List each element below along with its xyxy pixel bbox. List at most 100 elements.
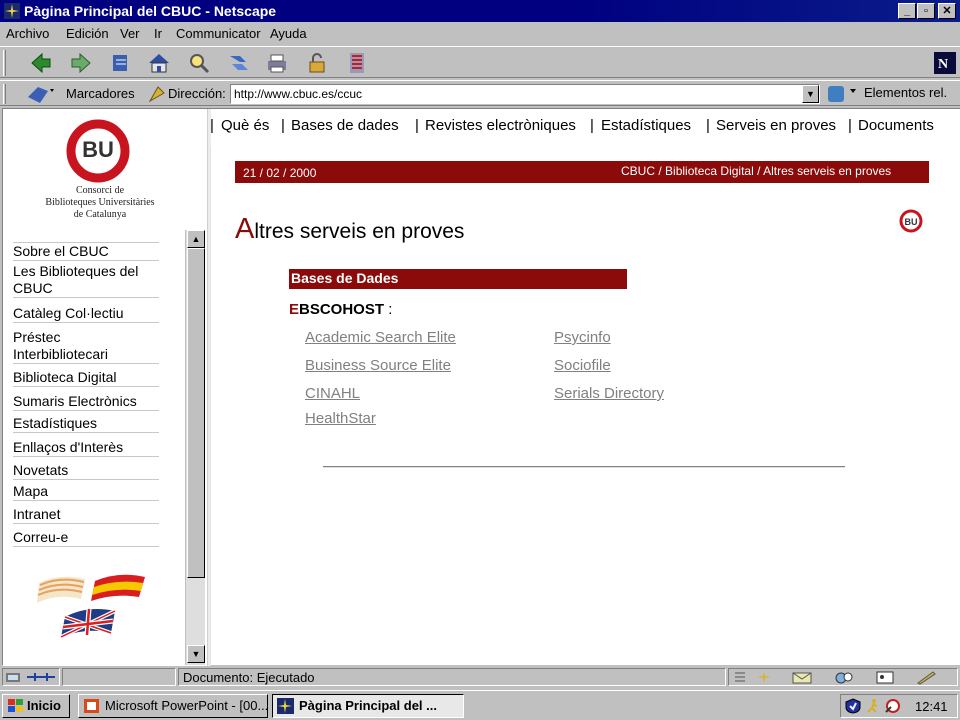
topnav-separator: | [281, 117, 285, 134]
topnav-serveis-proves[interactable]: Serveis en proves [716, 117, 836, 134]
netscape-logo-icon[interactable]: N [934, 52, 956, 74]
antivirus-icon[interactable] [845, 698, 861, 714]
task-label: Microsoft PowerPoint - [00... [105, 698, 268, 713]
home-icon[interactable] [146, 50, 172, 76]
newsgroups-icon[interactable] [833, 670, 855, 685]
online-status-icon[interactable] [25, 671, 57, 683]
provider-initial: E [289, 301, 300, 318]
toolbar-grip[interactable] [3, 50, 6, 76]
page-title-initial: A [235, 213, 255, 245]
db-link-academic-search-elite[interactable]: Academic Search Elite [305, 329, 456, 346]
topnav-separator: | [415, 117, 419, 134]
menu-ayuda[interactable]: Ayuda [270, 26, 307, 41]
connection-panel [2, 668, 60, 686]
maximize-button[interactable]: ▫ [917, 3, 935, 19]
bookmarks-label[interactable]: Marcadores [66, 86, 135, 101]
logo-mark: BU [905, 217, 918, 227]
task-powerpoint[interactable]: Microsoft PowerPoint - [00... [78, 694, 268, 718]
start-label: Inicio [27, 698, 61, 713]
mail-icon[interactable] [791, 670, 813, 685]
topnav-separator: | [210, 117, 214, 134]
window-titlebar[interactable]: Pàgina Principal del CBUC - Netscape _ ▫… [0, 0, 960, 22]
location-toolbar: Marcadores Dirección: http://www.cbuc.es… [0, 80, 960, 106]
menu-bar: Archivo Edición Ver Ir Communicator Ayud… [0, 22, 960, 44]
page-title-text: ltres serveis en proves [254, 220, 465, 243]
volume-icon[interactable] [883, 698, 901, 714]
url-dropdown-button[interactable]: ▼ [802, 85, 819, 103]
progress-panel [62, 668, 176, 686]
taskbar: Inicio Microsoft PowerPoint - [00... Pàg… [0, 690, 960, 720]
horizontal-rule [323, 466, 845, 468]
netscape-icon [4, 3, 20, 19]
runner-icon[interactable] [865, 698, 881, 714]
start-button[interactable]: Inicio [2, 694, 70, 718]
netscape-icon [277, 698, 294, 714]
topnav-revistes[interactable]: Revistes electròniques [425, 117, 576, 134]
breadcrumb-biblioteca-digital[interactable]: Biblioteca Digital [665, 164, 754, 178]
menu-edicion[interactable]: Edición [66, 26, 109, 41]
provider-heading: EBSCOHOST : [289, 301, 392, 318]
lines-icon[interactable] [733, 670, 747, 684]
db-link-sociofile[interactable]: Sociofile [554, 357, 611, 374]
close-button[interactable]: ✕ [938, 3, 956, 19]
section-header: Bases de Dades [289, 269, 627, 289]
system-tray: 12:41 [840, 694, 958, 718]
url-input[interactable]: http://www.cbuc.es/ccuc [230, 84, 820, 104]
bookmarks-icon[interactable] [26, 83, 56, 105]
breadcrumb: CBUC / Biblioteca Digital / Altres serve… [621, 164, 891, 178]
status-bar: Documento: Ejecutado [0, 666, 960, 688]
breadcrumb-current: Altres serveis en proves [763, 164, 892, 178]
toolbar-grip[interactable] [3, 84, 6, 104]
db-link-psycinfo[interactable]: Psycinfo [554, 329, 611, 346]
date-breadcrumb-bar: 21 / 02 / 2000 CBUC / Biblioteca Digital… [235, 161, 929, 183]
browser-content: BU Consorci de Biblioteques Universitàri… [2, 108, 960, 666]
window-title: Pàgina Principal del CBUC - Netscape [24, 3, 277, 19]
svg-text:N: N [938, 57, 948, 72]
topnav-documents[interactable]: Documents [858, 117, 934, 134]
reload-icon[interactable] [108, 50, 134, 76]
navigator-icon[interactable] [755, 670, 773, 685]
connection-icon[interactable] [5, 670, 21, 684]
search-icon[interactable] [186, 50, 212, 76]
topnav-separator: | [590, 117, 594, 134]
topnav-estadistiques[interactable]: Estadístiques [601, 117, 691, 134]
forward-icon[interactable] [68, 50, 94, 76]
stop-icon[interactable] [344, 50, 370, 76]
powerpoint-icon [84, 699, 99, 713]
date-label: 21 / 02 / 2000 [243, 166, 317, 180]
location-icon[interactable] [148, 85, 166, 103]
db-link-cinahl[interactable]: CINAHL [305, 385, 360, 402]
db-link-serials-directory[interactable]: Serials Directory [554, 385, 664, 402]
navigation-toolbar: N [0, 46, 960, 78]
main-frame: | Què és | Bases de dades | Revistes ele… [3, 109, 960, 666]
menu-archivo[interactable]: Archivo [6, 26, 49, 41]
task-netscape[interactable]: Pàgina Principal del ... [272, 694, 464, 718]
menu-ver[interactable]: Ver [120, 26, 140, 41]
print-icon[interactable] [264, 50, 290, 76]
provider-name: BSCOHOST [299, 301, 385, 318]
topnav-bases-dades[interactable]: Bases de dades [291, 117, 399, 134]
page-title: Altres serveis en proves [235, 213, 464, 246]
related-items-icon[interactable] [826, 83, 860, 105]
composer-icon[interactable] [915, 670, 937, 685]
address-label: Dirección: [168, 86, 226, 101]
minimize-button[interactable]: _ [898, 3, 916, 19]
security-icon[interactable] [304, 50, 330, 76]
topnav-separator: | [848, 117, 852, 134]
menu-communicator[interactable]: Communicator [176, 26, 261, 41]
component-bar [728, 668, 958, 686]
related-items-label[interactable]: Elementos rel. [864, 85, 947, 100]
address-book-icon[interactable] [875, 670, 895, 685]
topnav-que-es[interactable]: Què és [221, 117, 269, 134]
windows-logo-icon [8, 699, 23, 712]
breadcrumb-cbuc[interactable]: CBUC [621, 164, 655, 178]
db-link-business-source-elite[interactable]: Business Source Elite [305, 357, 451, 374]
bu-small-logo-icon[interactable]: BU [898, 209, 924, 233]
provider-suffix: : [384, 301, 393, 318]
menu-ir[interactable]: Ir [154, 26, 162, 41]
clock: 12:41 [915, 699, 948, 714]
back-icon[interactable] [28, 50, 54, 76]
db-link-healthstar[interactable]: HealthStar [305, 410, 376, 427]
guide-icon[interactable] [226, 50, 252, 76]
topnav-separator: | [706, 117, 710, 134]
